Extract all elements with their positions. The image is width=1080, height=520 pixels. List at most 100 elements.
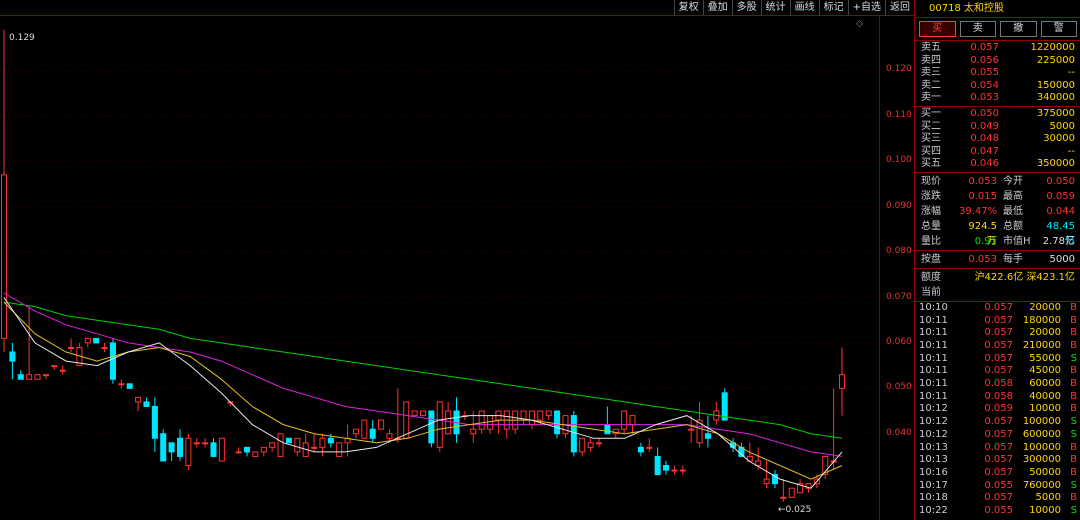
tick-time: 10:17: [919, 479, 948, 491]
toolbar-button-7[interactable]: 返回: [885, 0, 914, 15]
tick-time: 10:11: [919, 390, 948, 402]
quote-label: 涨跌: [921, 190, 941, 202]
quote-value: 39.47%: [959, 205, 998, 217]
quote-label: 总量: [921, 220, 941, 232]
candle-body: [528, 410, 535, 426]
tick-direction: B: [1070, 390, 1077, 402]
candle-body: [34, 374, 41, 380]
trade-button-0[interactable]: 买: [919, 21, 956, 37]
max-price-label: 0.129: [9, 33, 35, 43]
level-price: 0.053: [970, 92, 999, 104]
tick-direction: B: [1070, 454, 1077, 466]
toolbar-button-3[interactable]: 统计: [760, 0, 790, 15]
quote-label-2: 最低: [1003, 205, 1023, 217]
trade-button-1[interactable]: 卖: [959, 21, 996, 37]
tick-time: 10:18: [919, 492, 948, 504]
tick-row: 10:16 0.057 50000 B: [915, 467, 1080, 480]
candle-body: [788, 487, 795, 498]
candle-body: [663, 465, 670, 471]
tick-volume: 100000: [1022, 416, 1061, 428]
toolbar-button-6[interactable]: +自选: [847, 0, 885, 15]
asks-row: 卖一 0.053 340000: [915, 92, 1080, 105]
candle-body: [17, 374, 24, 380]
price-axis-label: 0.060: [886, 336, 912, 347]
candle-body: [101, 346, 108, 349]
candle-body: [218, 437, 225, 462]
tick-volume: 50000: [1029, 466, 1061, 478]
candle-body: [84, 337, 91, 344]
kline-chart-area[interactable]: 复权 叠加 多股 统计 画线 标记 +自选 返回 0.129 ←0.025 ◇ 0.120 0.11…: [0, 0, 914, 520]
tick-row: 10:10 0.057 20000 B: [915, 302, 1080, 315]
level-label: 卖二: [921, 79, 941, 91]
price-axis-label: 0.090: [886, 200, 912, 211]
candle-body: [478, 410, 485, 430]
candle-body: [336, 442, 343, 457]
trade-button-3[interactable]: 警: [1040, 21, 1077, 37]
toolbar-button-0[interactable]: 复权: [673, 0, 703, 15]
candle-body: [587, 442, 594, 448]
tick-price: 0.057: [984, 492, 1013, 504]
tick-row: 10:11 0.057 210000 B: [915, 340, 1080, 353]
tick-volume: 45000: [1029, 365, 1061, 377]
stock-code: 00718: [929, 3, 961, 14]
quote-row: 量比 0.91 市值H 2.78亿: [915, 234, 1080, 249]
level-volume: 30000: [1043, 133, 1075, 145]
toolbar-button-4[interactable]: 画线: [789, 0, 819, 15]
board-lot-row: 按盘 0.053 每手 5000: [915, 251, 1080, 269]
toolbar-button-2[interactable]: 多股: [731, 0, 761, 15]
candle-body: [704, 433, 711, 439]
level-volume: 375000: [1036, 107, 1075, 119]
tick-direction: B: [1070, 466, 1077, 478]
tick-price: 0.057: [984, 352, 1013, 364]
toolbar-button-1[interactable]: 叠加: [702, 0, 732, 15]
tick-price: 0.057: [984, 466, 1013, 478]
level-label: 卖五: [921, 42, 941, 53]
candle-body: [369, 428, 376, 439]
chart-toolbar: 复权 叠加 多股 统计 画线 标记 +自选 返回: [673, 0, 914, 16]
tick-time: 10:12: [919, 416, 948, 428]
stock-name: 太和控股: [964, 3, 1004, 14]
tick-volume: 60000: [1029, 378, 1061, 390]
tick-row: 10:18 0.057 5000 B: [915, 492, 1080, 505]
extra-label: 按盘: [921, 253, 941, 265]
candle-body: [252, 451, 259, 457]
candle-body: [629, 415, 636, 426]
level-label: 买五: [921, 158, 941, 170]
price-axis-label: 0.110: [886, 109, 912, 120]
asks-row: 卖二 0.054 150000: [915, 80, 1080, 93]
toolbar-button-5[interactable]: 标记: [818, 0, 848, 15]
tick-direction: B: [1070, 378, 1077, 390]
tick-volume: 10000: [1029, 403, 1061, 415]
quota-label-current: 当前: [921, 286, 941, 298]
tick-row: 10:12 0.059 10000 B: [915, 403, 1080, 416]
tick-price: 0.057: [984, 441, 1013, 453]
tick-row: 10:11 0.057 45000 B: [915, 365, 1080, 378]
level-volume: 350000: [1036, 158, 1075, 170]
tick-list[interactable]: 10:10 0.057 20000 B 10:11 0.057 180000 B 10:11 0.…: [915, 302, 1080, 518]
candle-body: [210, 442, 217, 457]
trade-button-2[interactable]: 撤: [1000, 21, 1037, 37]
tick-time: 10:11: [919, 352, 948, 364]
quote-label: 涨幅: [921, 205, 941, 217]
candle-body: [0, 174, 8, 339]
diamond-icon[interactable]: ◇: [856, 19, 863, 29]
price-axis-label: 0.100: [886, 155, 912, 166]
tick-price: 0.057: [984, 314, 1013, 326]
bid-book: 买一 0.050 375000 买二 0.049 5000 买三 0.048 30000 买四 0.…: [915, 107, 1080, 173]
tick-row: 10:11 0.057 55000 S: [915, 353, 1080, 366]
candle-body: [294, 437, 301, 453]
tick-price: 0.057: [984, 365, 1013, 377]
asks-row: 卖五 0.057 1220000: [915, 42, 1080, 55]
candlestick-chart[interactable]: 0.129 ←0.025 ◇: [0, 16, 879, 520]
level-volume: 5000: [1049, 120, 1075, 132]
quote-label-2: 今开: [1003, 175, 1023, 187]
asks-row: 卖三 0.055 --: [915, 67, 1080, 80]
price-axis-label: 0.080: [886, 246, 912, 257]
tick-direction: S: [1070, 504, 1077, 516]
level-volume: --: [1067, 67, 1075, 79]
tick-time: 10:11: [919, 314, 948, 326]
tick-price: 0.057: [984, 416, 1013, 428]
quote-value-2: 0.050: [1046, 175, 1075, 187]
bids-row: 买四 0.047 --: [915, 146, 1080, 159]
price-axis-label: 0.050: [886, 382, 912, 393]
